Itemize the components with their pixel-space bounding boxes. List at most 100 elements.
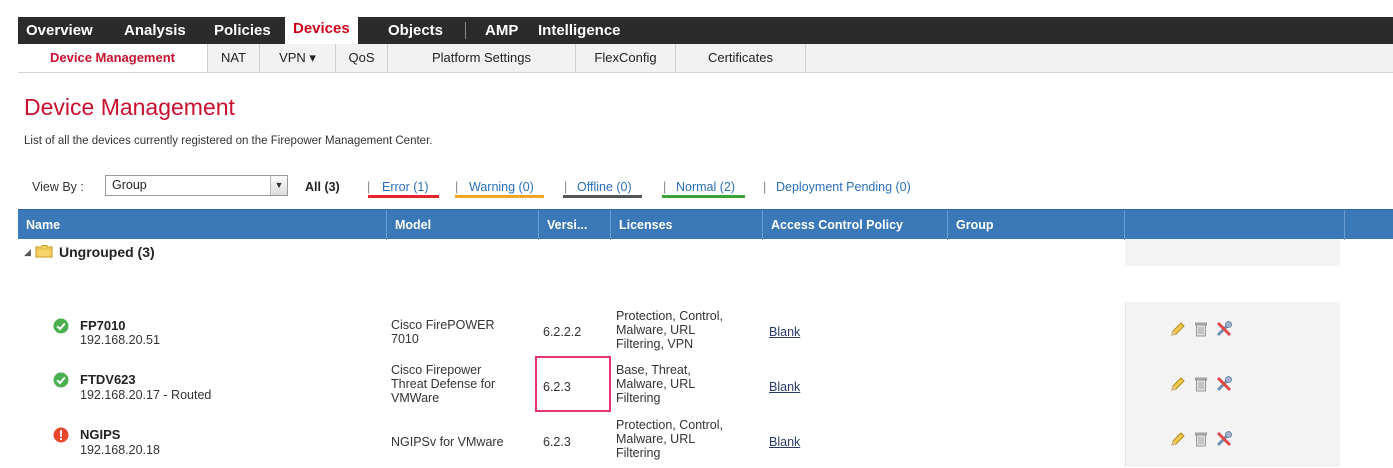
row-actions <box>1125 412 1340 467</box>
filter-offline[interactable]: Offline (0) <box>563 180 642 198</box>
nav-analysis[interactable]: Analysis <box>124 17 186 44</box>
filter-separator: | <box>663 180 667 194</box>
model-line: Cisco FirePOWER <box>391 318 495 332</box>
column-header-licenses[interactable]: Licenses <box>611 210 763 240</box>
device-model: NGIPSv for VMware <box>391 435 504 449</box>
license-line: Filtering, VPN <box>616 337 694 351</box>
tools-troubleshoot-icon[interactable] <box>1215 430 1233 448</box>
tab-nat[interactable]: NAT <box>208 44 260 72</box>
filter-deployment-pending[interactable]: Deployment Pending (0) <box>776 180 911 194</box>
nav-intelligence[interactable]: Intelligence <box>538 17 621 44</box>
row-actions <box>1125 357 1340 412</box>
model-line: VMWare <box>391 391 440 405</box>
column-header-access-control-policy[interactable]: Access Control Policy <box>763 210 948 240</box>
filter-warning[interactable]: Warning (0) <box>455 180 544 198</box>
license-line: Malware, URL <box>616 432 696 446</box>
trash-delete-icon[interactable] <box>1194 321 1208 337</box>
row-actions <box>1125 302 1340 357</box>
filter-warning-label: Warning (0) <box>469 180 534 194</box>
view-by-select[interactable]: Group ▼ <box>105 175 288 196</box>
view-by-label: View By : <box>32 180 84 194</box>
filter-normal[interactable]: Normal (2) <box>662 180 746 198</box>
device-ip: 192.168.20.17 - Routed <box>80 388 212 402</box>
filter-offline-label: Offline (0) <box>577 180 632 194</box>
filter-warning-underline <box>455 195 544 198</box>
nav-overview[interactable]: Overview <box>26 17 93 44</box>
model-line: NGIPSv for VMware <box>391 435 504 449</box>
pencil-edit-icon[interactable] <box>1170 321 1186 337</box>
table-row[interactable]: FTDV623 192.168.20.17 - Routed Cisco Fir… <box>18 357 1393 412</box>
nav-devices[interactable]: Devices <box>285 14 358 44</box>
device-version: 6.2.3 <box>543 435 571 449</box>
tools-troubleshoot-icon[interactable] <box>1215 320 1233 338</box>
license-line: Filtering <box>616 391 661 405</box>
sub-navigation: Device Management NAT VPN ▾ QoS Platform… <box>18 44 1393 73</box>
page-description: List of all the devices currently regist… <box>24 135 433 147</box>
version-highlight-box <box>535 356 611 412</box>
model-line: Cisco Firepower <box>391 363 482 377</box>
pencil-edit-icon[interactable] <box>1170 431 1186 447</box>
license-line: Base, Threat, <box>616 363 691 377</box>
filter-separator: | <box>455 180 459 194</box>
status-ok-icon <box>53 372 69 388</box>
view-by-selected-value: Group <box>112 178 147 192</box>
page-title: Device Management <box>24 94 235 120</box>
filter-separator: | <box>564 180 568 194</box>
tab-device-management[interactable]: Device Management <box>18 44 208 72</box>
trash-delete-icon[interactable] <box>1194 376 1208 392</box>
group-label: Ungrouped (3) <box>59 244 155 260</box>
model-line: Threat Defense for <box>391 377 496 391</box>
column-header-version[interactable]: Versi... <box>539 210 611 240</box>
device-ip: 192.168.20.18 <box>80 443 160 457</box>
group-row-ungrouped[interactable]: ◢ Ungrouped (3) <box>18 239 1393 265</box>
column-header-group[interactable]: Group <box>948 210 1125 240</box>
tab-flexconfig[interactable]: FlexConfig <box>576 44 676 72</box>
filter-all[interactable]: All (3) <box>305 180 340 194</box>
pencil-edit-icon[interactable] <box>1170 376 1186 392</box>
tab-certificates[interactable]: Certificates <box>676 44 806 72</box>
collapse-triangle-icon[interactable]: ◢ <box>24 247 31 258</box>
device-model: Cisco Firepower Threat Defense for VMWar… <box>391 363 495 405</box>
device-table-header: Name Model Versi... Licenses Access Cont… <box>18 209 1393 240</box>
filter-error-label: Error (1) <box>382 180 429 194</box>
filter-offline-underline <box>563 195 642 198</box>
nav-objects[interactable]: Objects <box>388 17 443 44</box>
device-model: Cisco FirePOWER 7010 <box>391 318 494 346</box>
device-name[interactable]: FP7010 <box>80 318 126 333</box>
model-line: 7010 <box>391 332 419 346</box>
tab-qos[interactable]: QoS <box>336 44 388 72</box>
column-header-actions <box>1125 210 1345 240</box>
device-name[interactable]: FTDV623 <box>80 372 136 387</box>
nav-policies[interactable]: Policies <box>214 17 271 44</box>
status-error-icon <box>53 427 69 443</box>
filter-normal-label: Normal (2) <box>676 180 736 194</box>
nav-amp[interactable]: AMP <box>485 17 518 44</box>
column-header-name[interactable]: Name <box>18 210 387 240</box>
license-line: Protection, Control, <box>616 309 723 323</box>
nav-separator <box>465 22 466 39</box>
folder-icon <box>35 245 53 258</box>
license-line: Protection, Control, <box>616 418 723 432</box>
license-line: Malware, URL <box>616 377 696 391</box>
chevron-down-icon[interactable]: ▼ <box>270 176 287 195</box>
access-control-policy-link[interactable]: Blank <box>769 380 800 394</box>
access-control-policy-link[interactable]: Blank <box>769 325 800 339</box>
tab-vpn[interactable]: VPN ▾ <box>260 44 336 72</box>
access-control-policy-link[interactable]: Blank <box>769 435 800 449</box>
device-licenses: Base, Threat, Malware, URL Filtering <box>616 363 695 405</box>
filter-normal-underline <box>662 195 746 198</box>
tools-troubleshoot-icon[interactable] <box>1215 375 1233 393</box>
device-ip: 192.168.20.51 <box>80 333 160 347</box>
device-name[interactable]: NGIPS <box>80 427 120 442</box>
filter-error[interactable]: Error (1) <box>368 180 439 198</box>
device-licenses: Protection, Control, Malware, URL Filter… <box>616 309 723 351</box>
filter-error-underline <box>368 195 439 198</box>
tab-platform-settings[interactable]: Platform Settings <box>388 44 576 72</box>
table-row[interactable]: NGIPS 192.168.20.18 NGIPSv for VMware 6.… <box>18 412 1393 467</box>
trash-delete-icon[interactable] <box>1194 431 1208 447</box>
device-version: 6.2.2.2 <box>543 325 582 339</box>
top-navigation: Overview Analysis Policies Devices Objec… <box>0 0 1393 44</box>
filter-separator: | <box>367 180 371 194</box>
column-header-model[interactable]: Model <box>387 210 539 240</box>
table-row[interactable]: FP7010 192.168.20.51 Cisco FirePOWER 701… <box>18 302 1393 357</box>
